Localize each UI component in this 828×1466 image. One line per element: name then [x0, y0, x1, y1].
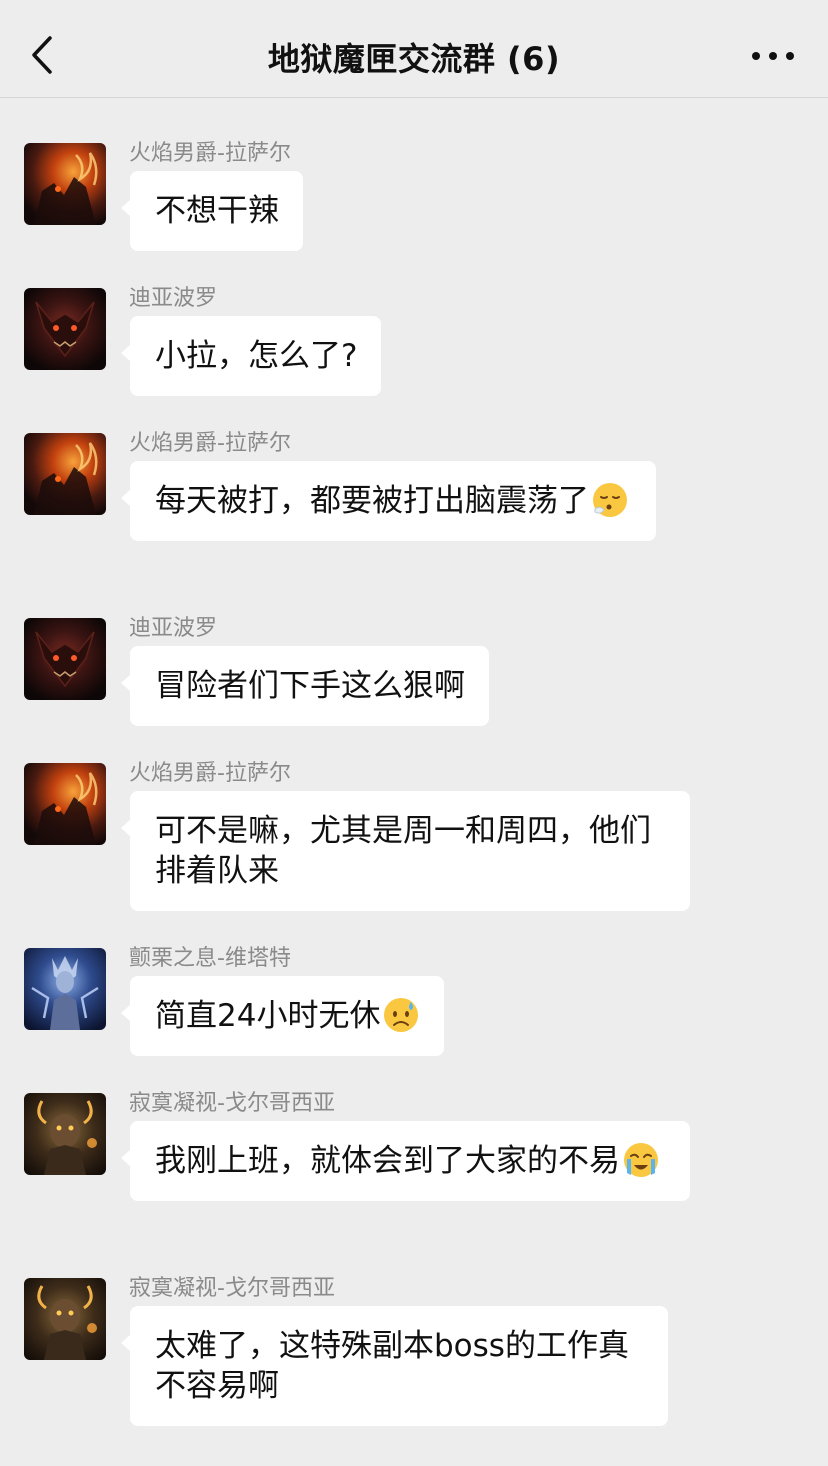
- sender-name: 迪亚波罗: [129, 616, 218, 641]
- message-text: 不想干辣: [155, 193, 279, 229]
- sender-name: 火焰男爵-拉萨尔: [129, 761, 291, 786]
- message-text: 每天被打，都要被打出脑震荡了: [155, 483, 589, 519]
- sender-name: 火焰男爵-拉萨尔: [129, 141, 291, 166]
- sender-name: 寂寞凝视-戈尔哥西亚: [129, 1091, 335, 1116]
- message-bubble[interactable]: 冒险者们下手这么狠啊: [121, 646, 489, 726]
- chat-title: 地狱魔匣交流群 (6): [267, 40, 561, 78]
- message-text: 简直24小时无休: [155, 998, 381, 1034]
- sender-name: 迪亚波罗: [129, 286, 218, 311]
- diablo-avatar[interactable]: [24, 288, 106, 370]
- message-bubble[interactable]: 不想干辣: [121, 171, 303, 251]
- message-bubble[interactable]: 简直24小时无休: [120, 976, 445, 1056]
- diablo-avatar[interactable]: [24, 618, 106, 700]
- loudly-crying-face-icon: [622, 1141, 660, 1179]
- message-bubble[interactable]: 小拉，怎么了?: [120, 316, 382, 396]
- vitat-avatar[interactable]: [24, 948, 106, 1030]
- sender-name: 寂寞凝视-戈尔哥西亚: [129, 1276, 335, 1301]
- sad-sweat-face-icon: [382, 996, 420, 1034]
- ellipsis-icon: [752, 52, 794, 60]
- sender-name: 火焰男爵-拉萨尔: [129, 431, 291, 456]
- message-text: 小拉，怎么了?: [155, 338, 358, 374]
- lazarus-avatar[interactable]: [24, 433, 106, 515]
- message-text: 冒险者们下手这么狠啊: [155, 668, 465, 704]
- more-options-button[interactable]: [748, 38, 798, 74]
- message-text: 我刚上班，就体会到了大家的不易: [155, 1143, 620, 1179]
- message-feed[interactable]: 火焰男爵-拉萨尔 不想干辣 迪亚波罗 小拉，怎么了? 火焰男爵-拉萨尔 每天被打…: [0, 99, 828, 1466]
- message-bubble[interactable]: 每天被打，都要被打出脑震荡了: [121, 461, 656, 541]
- exhaling-face-icon: [591, 481, 629, 519]
- message-text: 太难了，这特殊副本boss的工作真不容易啊: [155, 1328, 629, 1404]
- lazarus-avatar[interactable]: [24, 763, 106, 845]
- gorgothia-avatar[interactable]: [24, 1093, 106, 1175]
- top-nav-bar: 地狱魔匣交流群 (6): [0, 0, 828, 98]
- sender-name: 颤栗之息-维塔特: [129, 946, 291, 971]
- message-bubble[interactable]: 太难了，这特殊副本boss的工作真不容易啊: [121, 1306, 668, 1426]
- message-bubble[interactable]: 可不是嘛，尤其是周一和周四，他们排着队来: [121, 791, 690, 911]
- lazarus-avatar[interactable]: [24, 143, 106, 225]
- message-text: 可不是嘛，尤其是周一和周四，他们排着队来: [155, 813, 651, 889]
- message-bubble[interactable]: 我刚上班，就体会到了大家的不易: [121, 1121, 690, 1201]
- gorgothia-avatar[interactable]: [24, 1278, 106, 1360]
